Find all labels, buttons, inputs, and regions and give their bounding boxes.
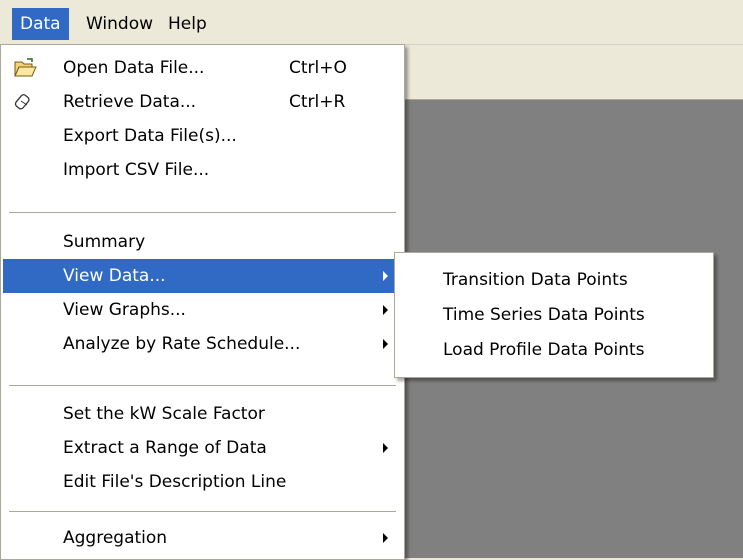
view-data-label: View Data... [63,266,166,286]
menu-item-analyze-rate-schedule[interactable]: Analyze by Rate Schedule... [3,327,402,361]
retrieve-data-label: Retrieve Data... [63,92,197,112]
submenu-arrow-icon [383,443,388,453]
menu-help[interactable]: Help [160,8,215,40]
submenu-arrow-icon [383,305,388,315]
submenu-item-time-series-data-points[interactable]: Time Series Data Points [397,298,711,332]
submenu-item-load-profile-data-points[interactable]: Load Profile Data Points [397,333,711,367]
open-data-file-label: Open Data File... [63,58,205,78]
submenu-arrow-icon [383,339,388,349]
view-graphs-label: View Graphs... [63,300,186,320]
export-label: Export Data File(s)... [63,126,237,146]
import-label: Import CSV File... [63,160,210,180]
menu-help-label: Help [168,14,207,34]
menu-separator [9,511,396,512]
time-series-label: Time Series Data Points [443,305,645,325]
menu-item-aggregation[interactable]: Aggregation [3,521,402,555]
extract-label: Extract a Range of Data [63,438,267,458]
load-profile-label: Load Profile Data Points [443,340,645,360]
menu-item-import-csv[interactable]: Import CSV File... [3,153,402,187]
menu-data[interactable]: Data [12,8,69,40]
retrieve-shortcut: Ctrl+R [289,92,346,112]
menu-item-extract-range[interactable]: Extract a Range of Data [3,431,402,465]
view-data-submenu: Transition Data Points Time Series Data … [394,252,714,378]
edit-description-label: Edit File's Description Line [63,472,287,492]
menu-bar: Data Window Help [0,0,743,45]
submenu-arrow-icon [383,271,388,281]
menu-item-kw-scale-factor[interactable]: Set the kW Scale Factor [3,397,402,431]
menu-item-view-data[interactable]: View Data... [3,259,402,293]
data-menu: Open Data File... Ctrl+O Retrieve Data..… [0,44,405,560]
menu-item-edit-description[interactable]: Edit File's Description Line [3,465,402,499]
menu-item-retrieve-data[interactable]: Retrieve Data... Ctrl+R [3,85,402,119]
menu-item-export-data-files[interactable]: Export Data File(s)... [3,119,402,153]
aggregation-label: Aggregation [63,528,168,548]
menu-item-summary[interactable]: Summary [3,225,402,259]
summary-label: Summary [63,232,146,252]
transition-label: Transition Data Points [443,270,628,290]
menu-separator [9,212,396,213]
menu-window[interactable]: Window [78,8,161,40]
submenu-arrow-icon [383,533,388,543]
menu-item-open-data-file[interactable]: Open Data File... Ctrl+O [3,51,402,85]
menu-window-label: Window [86,14,154,34]
open-shortcut: Ctrl+O [289,58,347,78]
retrieve-icon [13,91,37,113]
analyze-label: Analyze by Rate Schedule... [63,334,301,354]
open-folder-icon [13,57,37,79]
menu-data-label: Data [20,14,61,34]
menu-separator [9,385,396,386]
menu-item-view-graphs[interactable]: View Graphs... [3,293,402,327]
kw-scale-label: Set the kW Scale Factor [63,404,265,424]
submenu-item-transition-data-points[interactable]: Transition Data Points [397,263,711,297]
